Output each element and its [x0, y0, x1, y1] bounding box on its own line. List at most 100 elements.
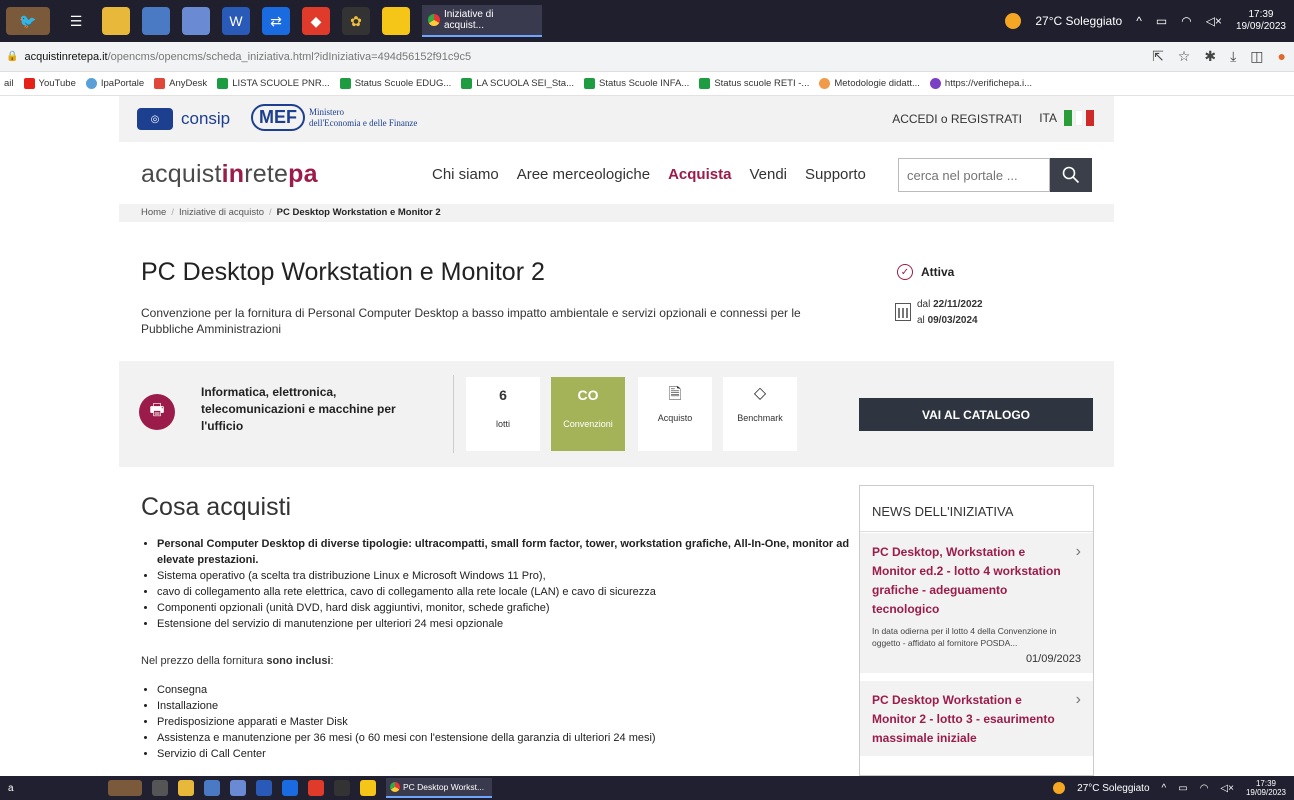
consip-mark-icon: ◎	[137, 108, 173, 130]
taskbar-chrome-tab[interactable]: Iniziative di acquist...	[422, 5, 542, 37]
browser-address-bar[interactable]: 🔒 acquistinretepa.it/opencms/opencms/sch…	[0, 42, 1294, 72]
list-item: cavo di collegamento alla rete elettrica…	[157, 584, 857, 600]
list-item: Componenti opzionali (unità DVD, hard di…	[157, 600, 857, 616]
list-item: Predisposizione apparati e Master Disk	[157, 714, 857, 730]
file-explorer-icon[interactable]	[102, 7, 130, 35]
network-icon[interactable]	[142, 7, 170, 35]
bookmark-item[interactable]: https://verifichepa.i...	[929, 78, 1032, 89]
teamviewer-icon[interactable]: ⇄	[262, 7, 290, 35]
globe-icon	[85, 78, 97, 89]
search-button[interactable]	[1050, 158, 1092, 192]
bookmark-item[interactable]: Status Scuole EDUG...	[339, 78, 451, 89]
breadcrumb-iniziative[interactable]: Iniziative di acquisto	[179, 207, 264, 218]
bookmark-item[interactable]: Status Scuole INFA...	[584, 78, 689, 89]
list-item: Personal Computer Desktop di diverse tip…	[157, 536, 857, 568]
search-input[interactable]	[898, 158, 1050, 192]
monitor-icon[interactable]: ▭	[1178, 783, 1187, 794]
chevron-up-icon[interactable]: ^	[1136, 14, 1142, 28]
wallpaper-bird-icon[interactable]	[108, 780, 142, 796]
clock[interactable]: 17:39 19/09/2023	[1236, 9, 1286, 33]
chevron-right-icon[interactable]: ›	[1076, 691, 1081, 709]
bookmark-item[interactable]: Status scuole RETI -...	[699, 78, 809, 89]
sheets-icon	[339, 78, 351, 89]
nav-supporto[interactable]: Supporto	[805, 166, 866, 183]
file-explorer-icon[interactable]	[178, 780, 194, 796]
wallpaper-bird-icon[interactable]: 🐦	[6, 7, 50, 35]
news-title[interactable]: PC Desktop Workstation e Monitor 2 - lot…	[872, 691, 1062, 748]
breadcrumb: Home / Iniziative di acquisto / PC Desktop W…	[119, 204, 1114, 222]
paint-icon[interactable]	[230, 780, 246, 796]
clock[interactable]: 17:39 19/09/2023	[1246, 779, 1286, 797]
site-logo[interactable]: acquistinretepa	[141, 160, 318, 189]
task-view-icon[interactable]: ☰	[62, 7, 90, 35]
volume-icon[interactable]: ◁×	[1206, 14, 1222, 28]
task-view-icon[interactable]	[152, 780, 168, 796]
app-icon[interactable]	[334, 780, 350, 796]
anydesk-icon	[154, 78, 166, 89]
news-title[interactable]: PC Desktop, Workstation e Monitor ed.2 -…	[872, 543, 1062, 619]
bookmark-item[interactable]: LISTA SCUOLE PNR...	[217, 78, 330, 89]
category-label: Informatica, elettronica, telecomunicazi…	[201, 385, 396, 433]
sheets-icon	[584, 78, 596, 89]
bookmark-star-icon[interactable]: ☆	[1178, 48, 1191, 65]
volume-icon[interactable]: ◁×	[1220, 783, 1234, 794]
app-icon[interactable]: ✿	[342, 7, 370, 35]
included-list: Consegna Installazione Predisposizione a…	[157, 682, 857, 762]
breadcrumb-home[interactable]: Home	[141, 207, 166, 218]
nav-acquista[interactable]: Acquista	[668, 166, 731, 183]
bookmark-item[interactable]: YouTube	[23, 78, 76, 89]
mef-logo[interactable]: MEF Ministero dell'Economia e delle Fina…	[251, 104, 417, 131]
paint-icon[interactable]	[182, 7, 210, 35]
login-link[interactable]: ACCEDI o REGISTRATI	[892, 112, 1022, 126]
consip-logo[interactable]: ◎ consip	[137, 108, 230, 130]
bookmark-item[interactable]: ail	[4, 78, 14, 89]
validity-dates: dal 22/11/2022 al 09/03/2024	[895, 297, 983, 329]
nav-chi-siamo[interactable]: Chi siamo	[432, 166, 499, 183]
anydesk-icon[interactable]: ◆	[302, 7, 330, 35]
sticky-notes-icon[interactable]	[360, 780, 376, 796]
chevron-right-icon[interactable]: ›	[1076, 543, 1081, 561]
word-icon[interactable]: W	[222, 7, 250, 35]
lotti-box[interactable]: 6 lotti	[466, 377, 540, 451]
nav-vendi[interactable]: Vendi	[749, 166, 787, 183]
bookmark-item[interactable]: Metodologie didatt...	[819, 78, 920, 89]
list-item: Servizio di Call Center	[157, 746, 857, 762]
profile-icon[interactable]: ●	[1278, 48, 1286, 65]
bookmark-item[interactable]: LA SCUOLA SEI_Sta...	[461, 78, 574, 89]
word-icon[interactable]	[256, 780, 272, 796]
weather-text[interactable]: 27°C Soleggiato	[1035, 14, 1122, 28]
download-icon[interactable]: ⤓	[1230, 48, 1236, 65]
breadcrumb-current: PC Desktop Workstation e Monitor 2	[276, 207, 441, 218]
convenzioni-box[interactable]: CO Convenzioni	[551, 377, 625, 451]
wifi-icon[interactable]: ◠	[1181, 14, 1191, 28]
nav-aree-merceologiche[interactable]: Aree merceologiche	[517, 166, 650, 183]
weather-text[interactable]: 27°C Soleggiato	[1077, 783, 1149, 794]
news-excerpt: In data odierna per il lotto 4 della Con…	[872, 626, 1057, 648]
share-icon[interactable]: ⇱	[1152, 48, 1164, 65]
bookmark-item[interactable]: AnyDesk	[154, 78, 207, 89]
monitor-icon[interactable]: ▭	[1156, 14, 1167, 28]
news-item[interactable]: PC Desktop Workstation e Monitor 2 - lot…	[860, 681, 1093, 756]
benchmark-box[interactable]: ◇ Benchmark	[723, 377, 797, 451]
wifi-icon[interactable]: ◠	[1200, 783, 1209, 794]
status-badge: ✓ Attiva	[897, 264, 954, 280]
sticky-notes-icon[interactable]	[382, 7, 410, 35]
acquisto-box[interactable]: 🗎 Acquisto	[638, 377, 712, 451]
catalog-button[interactable]: VAI AL CATALOGO	[859, 398, 1093, 431]
check-circle-icon: ✓	[897, 264, 913, 280]
lock-icon[interactable]: 🔒	[6, 51, 18, 62]
chevron-up-icon[interactable]: ^	[1162, 783, 1167, 794]
youtube-icon	[23, 78, 35, 89]
sidepanel-icon[interactable]: ◫	[1250, 48, 1263, 65]
colab-icon	[819, 78, 831, 89]
tag-icon: ◇	[753, 385, 767, 402]
taskbar-chrome-tab[interactable]: PC Desktop Workst...	[386, 778, 492, 798]
teamviewer-icon[interactable]	[282, 780, 298, 796]
weather-icon	[1005, 13, 1022, 29]
extensions-icon[interactable]: ✱	[1204, 48, 1216, 65]
bookmark-item[interactable]: IpaPortale	[85, 78, 144, 89]
network-icon[interactable]	[204, 780, 220, 796]
language-selector[interactable]: ITA	[1039, 110, 1094, 126]
anydesk-icon[interactable]	[308, 780, 324, 796]
news-item[interactable]: PC Desktop, Workstation e Monitor ed.2 -…	[860, 533, 1093, 673]
